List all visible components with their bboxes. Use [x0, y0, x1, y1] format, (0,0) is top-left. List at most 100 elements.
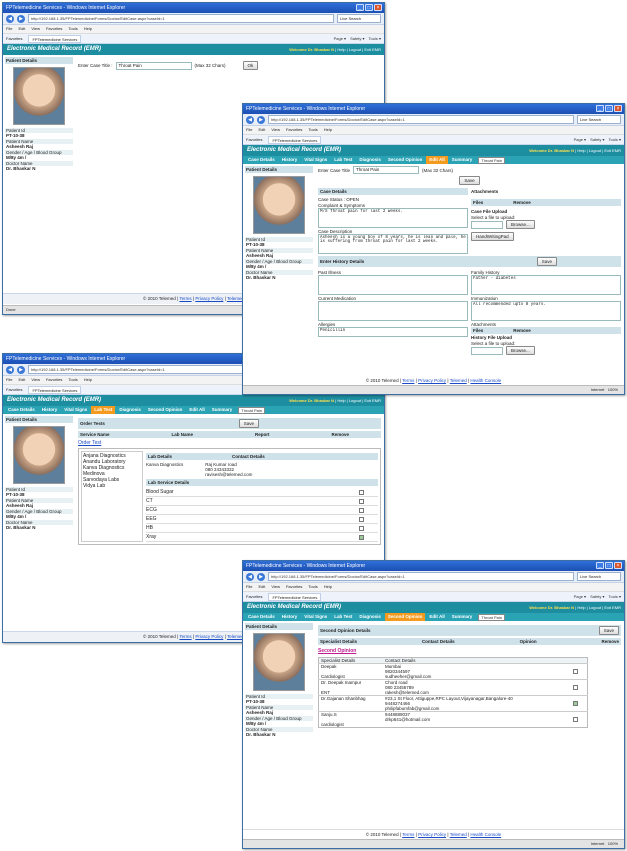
case-select[interactable]: Throat Pain — [478, 156, 505, 164]
back-icon[interactable]: ◀ — [246, 572, 254, 581]
specialist-checkbox[interactable] — [573, 669, 578, 675]
menu-view[interactable]: View — [31, 25, 40, 33]
browser-tab[interactable]: FPTelemedicine Services — [28, 35, 82, 43]
save-history-button[interactable]: Save — [536, 257, 557, 266]
browse-button[interactable]: Browse... — [506, 220, 535, 229]
order-test-link[interactable]: Order Test — [78, 440, 101, 446]
menu-edit[interactable]: Edit — [18, 25, 25, 33]
menu-view[interactable]: View — [31, 376, 40, 384]
case-select[interactable]: Throat Pain — [478, 613, 505, 621]
second-opinion-link[interactable]: Second Opinion — [318, 648, 356, 654]
specialist-checkbox[interactable] — [573, 701, 578, 707]
tab-edit-all[interactable]: Edit All — [426, 613, 447, 621]
menu-tools[interactable]: Tools — [308, 583, 317, 591]
tab-case-details[interactable]: Case Details — [5, 406, 38, 414]
help-link[interactable]: Help — [577, 605, 585, 610]
exit-link[interactable]: Exit EMR — [364, 47, 381, 52]
menu-edit[interactable]: Edit — [18, 376, 25, 384]
page-menu[interactable]: Page ▾ — [574, 592, 586, 601]
close-button[interactable]: × — [374, 4, 382, 11]
tab-edit-all[interactable]: Edit All — [186, 406, 207, 414]
window-title-bar[interactable]: FPTelemedicine Services - Windows Intern… — [243, 561, 624, 571]
tab-diagnosis[interactable]: Diagnosis — [116, 406, 144, 414]
forward-icon[interactable]: ▶ — [17, 365, 25, 374]
tab-second-opinion[interactable]: Second Opinion — [145, 406, 186, 414]
forward-icon[interactable]: ▶ — [17, 14, 25, 23]
page-menu[interactable]: Page ▾ — [334, 34, 346, 43]
footer-terms[interactable]: Terms — [179, 296, 191, 301]
logout-link[interactable]: Logout — [349, 398, 361, 403]
window-title-bar[interactable]: FPTelemedicine Services - Windows Intern… — [3, 3, 384, 13]
search-input[interactable]: Live Search — [577, 115, 621, 124]
specialist-checkbox[interactable] — [573, 717, 578, 723]
menu-help[interactable]: Help — [324, 126, 332, 134]
browser-tab[interactable]: FPTelemedicine Services — [28, 386, 82, 394]
footer-privacy[interactable]: Privacy Policy — [418, 378, 446, 383]
tab-vital-signs[interactable]: Vital Signs — [61, 406, 90, 414]
footer-telemed[interactable]: Telemed — [450, 832, 467, 837]
tools-menu[interactable]: Tools ▾ — [609, 135, 621, 144]
menu-favorites[interactable]: Favorites — [286, 583, 302, 591]
service-checkbox[interactable] — [359, 534, 364, 540]
search-input[interactable]: Live Search — [577, 572, 621, 581]
save-button[interactable]: Save — [598, 626, 619, 635]
tab-second-opinion[interactable]: Second Opinion — [384, 613, 426, 621]
history-browse-button[interactable]: Browse... — [506, 346, 535, 355]
help-link[interactable]: Help — [337, 47, 345, 52]
menu-file[interactable]: File — [6, 25, 12, 33]
favorites-button[interactable]: Favorites — [6, 385, 22, 394]
tab-summary[interactable]: Summary — [449, 613, 476, 621]
footer-health-console[interactable]: Health Console — [470, 378, 501, 383]
menu-file[interactable]: File — [6, 376, 12, 384]
menu-favorites[interactable]: Favorites — [46, 25, 62, 33]
minimize-button[interactable]: _ — [356, 4, 364, 11]
url-input[interactable]: http://192.168.1.35/FPTelemedicine/Forms… — [28, 14, 334, 23]
menu-file[interactable]: File — [246, 583, 252, 591]
handwriting-pad-button[interactable]: HandWritingPad — [471, 232, 514, 241]
tab-edit-all[interactable]: Edit All — [426, 156, 448, 164]
tab-diagnosis[interactable]: Diagnosis — [356, 156, 384, 164]
service-checkbox[interactable] — [359, 489, 364, 495]
save-button[interactable]: Save — [238, 419, 259, 428]
tab-vital-signs[interactable]: Vital Signs — [301, 613, 330, 621]
menu-view[interactable]: View — [271, 583, 280, 591]
tab-case-details[interactable]: Case Details — [245, 613, 278, 621]
tab-lab-test[interactable]: Lab Test — [91, 406, 116, 414]
menu-favorites[interactable]: Favorites — [46, 376, 62, 384]
maximize-button[interactable]: □ — [605, 562, 613, 569]
footer-telemed[interactable]: Telemed — [450, 378, 467, 383]
service-checkbox[interactable] — [359, 516, 364, 522]
url-input[interactable]: http://192.168.1.35/FPTelemedicine/Forms… — [268, 115, 574, 124]
tab-case-details[interactable]: Case Details — [245, 156, 278, 164]
search-input[interactable]: Live Search — [337, 14, 381, 23]
tab-history[interactable]: History — [279, 156, 301, 164]
zoom-level[interactable]: 100% — [608, 841, 618, 846]
maximize-button[interactable]: □ — [605, 105, 613, 112]
tools-menu[interactable]: Tools ▾ — [609, 592, 621, 601]
history-file-input[interactable] — [471, 346, 503, 355]
tab-history[interactable]: History — [39, 406, 61, 414]
menu-favorites[interactable]: Favorites — [286, 126, 302, 134]
case-title-input[interactable]: Throat Pain — [353, 166, 420, 174]
browser-tab[interactable]: FPTelemedicine Services — [268, 136, 322, 144]
service-checkbox[interactable] — [359, 507, 364, 513]
safety-menu[interactable]: Safety ▾ — [590, 592, 604, 601]
case-select[interactable]: Throat Pain — [238, 406, 265, 414]
ok-button[interactable]: Ok — [242, 61, 259, 70]
back-icon[interactable]: ◀ — [246, 115, 254, 124]
tab-diagnosis[interactable]: Diagnosis — [356, 613, 384, 621]
forward-icon[interactable]: ▶ — [257, 572, 265, 581]
tab-summary[interactable]: Summary — [449, 156, 476, 164]
logout-link[interactable]: Logout — [589, 148, 601, 153]
minimize-button[interactable]: _ — [596, 105, 604, 112]
allergies-textarea[interactable]: Penicillin — [318, 327, 468, 337]
favorites-button[interactable]: Favorites — [246, 592, 262, 601]
menu-help[interactable]: Help — [324, 583, 332, 591]
menu-tools[interactable]: Tools — [68, 376, 77, 384]
footer-health-console[interactable]: Health Console — [470, 832, 501, 837]
tab-vital-signs[interactable]: Vital Signs — [301, 156, 330, 164]
case-desc-textarea[interactable]: Asheesh is a young boy of 8 years, he is… — [318, 234, 468, 254]
back-icon[interactable]: ◀ — [6, 14, 14, 23]
tab-lab-test[interactable]: Lab Test — [331, 156, 355, 164]
family-history-textarea[interactable]: Father - diabetes — [471, 275, 621, 295]
